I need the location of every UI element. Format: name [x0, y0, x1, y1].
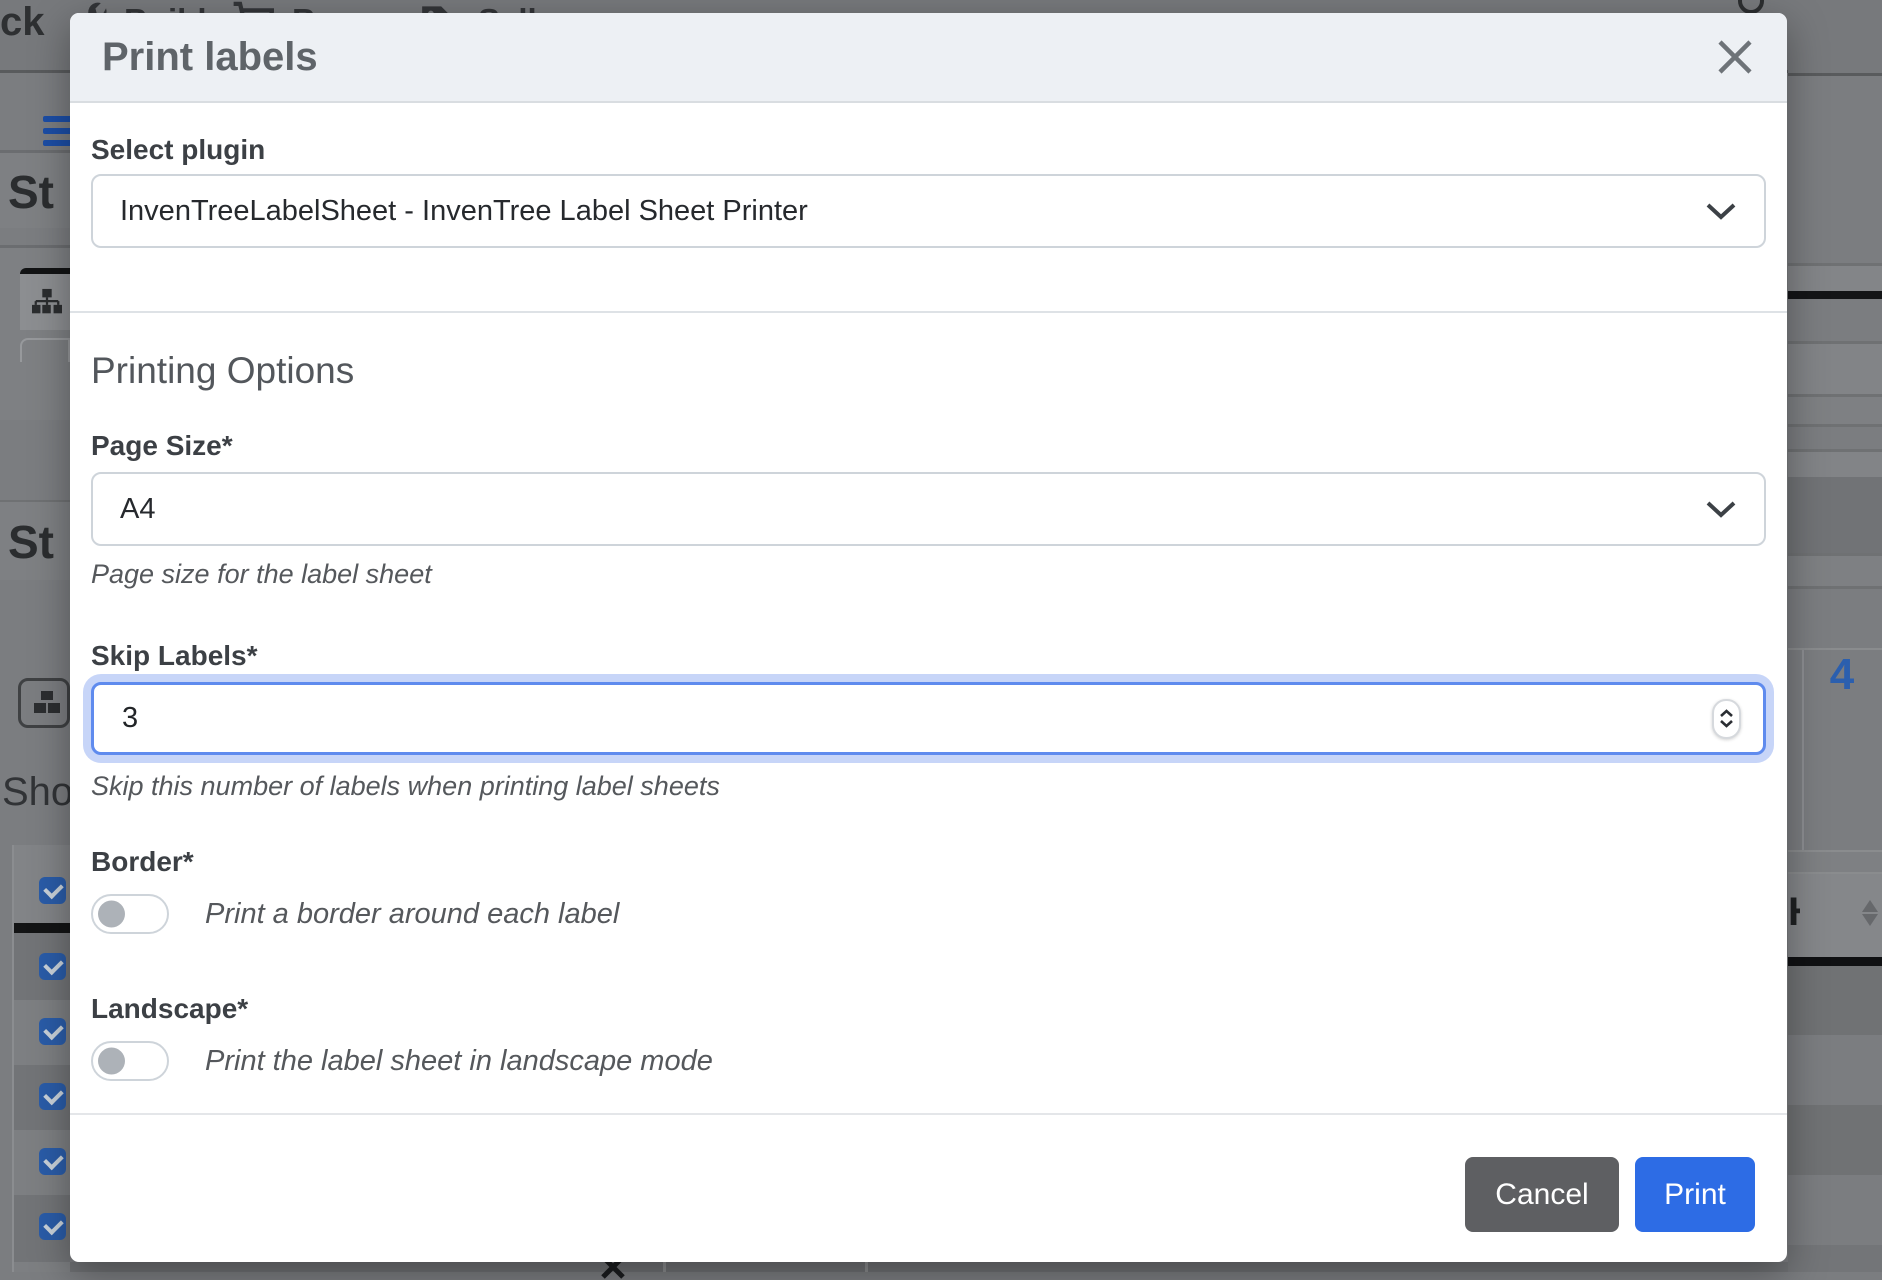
- page-size-select[interactable]: A4: [91, 472, 1766, 546]
- close-icon: [1712, 34, 1758, 80]
- stock-brand-fragment: ck: [0, 0, 45, 45]
- select-all-checkbox: [39, 877, 66, 904]
- page-size-label: Page Size*: [91, 429, 1766, 462]
- showing-text-fragment: Sho: [2, 770, 73, 815]
- border-helper: Print a border around each label: [205, 899, 619, 929]
- number-stepper[interactable]: [1712, 699, 1741, 739]
- dialog-footer: Cancel Print: [70, 1113, 1787, 1262]
- dialog-header: Print labels: [70, 13, 1787, 103]
- chevron-down-icon: [1704, 201, 1738, 221]
- landscape-helper: Print the label sheet in landscape mode: [205, 1046, 713, 1076]
- skip-labels-helper: Skip this number of labels when printing…: [91, 771, 1766, 801]
- background-bottom-row: [70, 1262, 1788, 1272]
- row-checkbox: [39, 1083, 66, 1110]
- stock-actions-button: [18, 678, 70, 728]
- cell-border: [663, 1262, 666, 1272]
- stock-icon: [33, 691, 61, 715]
- stepper-down-icon: [1719, 719, 1734, 728]
- panel-tab: [20, 338, 70, 362]
- sort-asc-icon: [1862, 892, 1878, 912]
- page-size-helper: Page size for the label sheet: [91, 559, 1766, 589]
- search-icon: [1738, 0, 1764, 14]
- sort-desc-icon: [1862, 914, 1878, 934]
- plugin-select-value: InvenTreeLabelSheet - InvenTree Label Sh…: [120, 195, 808, 228]
- row-checkbox: [39, 1148, 66, 1175]
- close-button[interactable]: [1707, 29, 1763, 85]
- dialog-title: Print labels: [102, 35, 318, 80]
- dialog-body: Select plugin InvenTreeLabelSheet - Inve…: [70, 103, 1787, 1101]
- landscape-toggle[interactable]: [91, 1041, 169, 1081]
- panel-tab: [20, 268, 70, 330]
- section-divider: [70, 311, 1787, 313]
- background-table-left: [12, 845, 70, 1272]
- row-checkbox: [39, 953, 66, 980]
- cancel-button[interactable]: Cancel: [1465, 1157, 1619, 1232]
- landscape-label: Landscape*: [91, 992, 1766, 1025]
- chevron-down-icon: [1704, 499, 1738, 519]
- section-title-fragment: St: [8, 515, 54, 569]
- print-button[interactable]: Print: [1635, 1157, 1755, 1232]
- plugin-label: Select plugin: [91, 133, 1766, 166]
- page-title-fragment: St: [8, 165, 54, 219]
- skip-labels-label: Skip Labels*: [91, 639, 1766, 672]
- row-checkbox: [39, 1018, 66, 1045]
- column-header-fragment: H: [1788, 890, 1800, 935]
- skip-labels-value: 3: [122, 702, 138, 735]
- page-size-select-value: A4: [120, 493, 155, 526]
- sitemap-icon: [32, 288, 62, 318]
- border-label: Border*: [91, 845, 1766, 878]
- stepper-up-icon: [1719, 709, 1734, 718]
- skip-labels-input[interactable]: 3: [91, 682, 1766, 755]
- plugin-select[interactable]: InvenTreeLabelSheet - InvenTree Label Sh…: [91, 174, 1766, 248]
- border-toggle[interactable]: [91, 894, 169, 934]
- row-checkbox: [39, 1213, 66, 1240]
- count-badge: 4: [1802, 650, 1882, 700]
- background-table-right: 4 H: [1788, 0, 1882, 1272]
- print-labels-dialog: Print labels Select plugin InvenTreeLabe…: [70, 13, 1787, 1262]
- cell-border: [865, 1262, 868, 1272]
- printing-options-heading: Printing Options: [91, 349, 1766, 393]
